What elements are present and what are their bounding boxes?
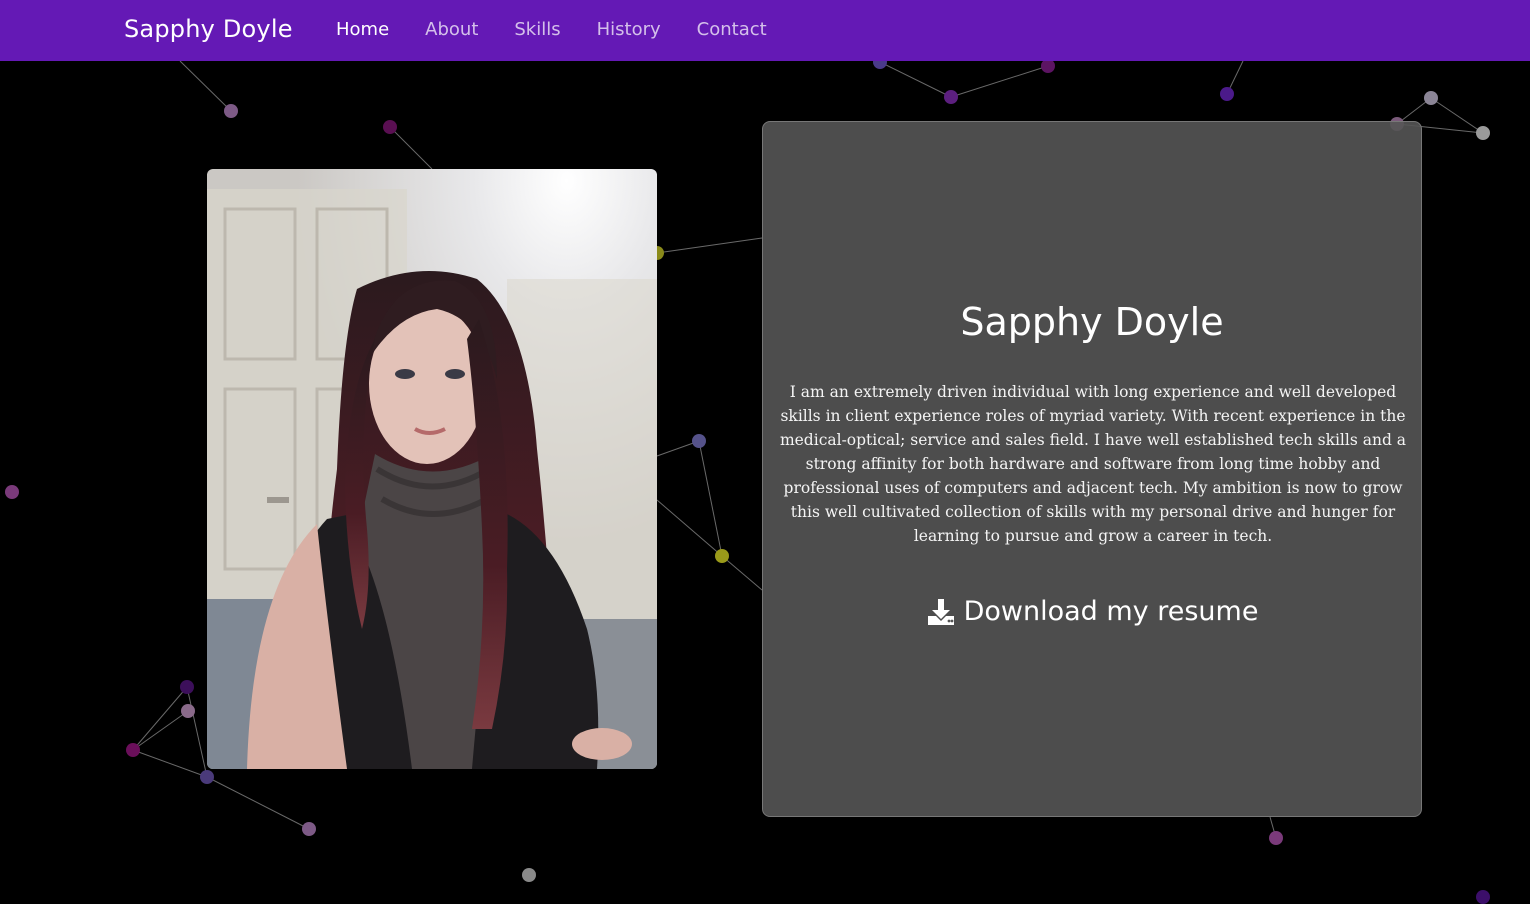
nav-link-history[interactable]: History xyxy=(597,19,661,40)
download-resume-button[interactable]: Download my resume xyxy=(763,596,1421,627)
profile-name: Sapphy Doyle xyxy=(960,300,1224,344)
profile-bio: I am an extremely driven individual with… xyxy=(779,383,1407,545)
profile-card: Sapphy Doyle I am an extremely driven in… xyxy=(762,121,1422,817)
download-icon xyxy=(927,598,954,625)
download-resume-label: Download my resume xyxy=(963,596,1259,627)
nav-link-skills[interactable]: Skills xyxy=(514,19,560,40)
nav-link-home[interactable]: Home xyxy=(336,19,389,40)
profile-photo xyxy=(207,169,657,769)
nav-links: Home About Skills History Contact xyxy=(336,19,803,40)
brand-link[interactable]: Sapphy Doyle xyxy=(124,15,293,43)
nav-link-about[interactable]: About xyxy=(425,19,478,40)
top-navbar: Sapphy Doyle Home About Skills History C… xyxy=(0,0,1530,61)
nav-link-contact[interactable]: Contact xyxy=(697,19,767,40)
